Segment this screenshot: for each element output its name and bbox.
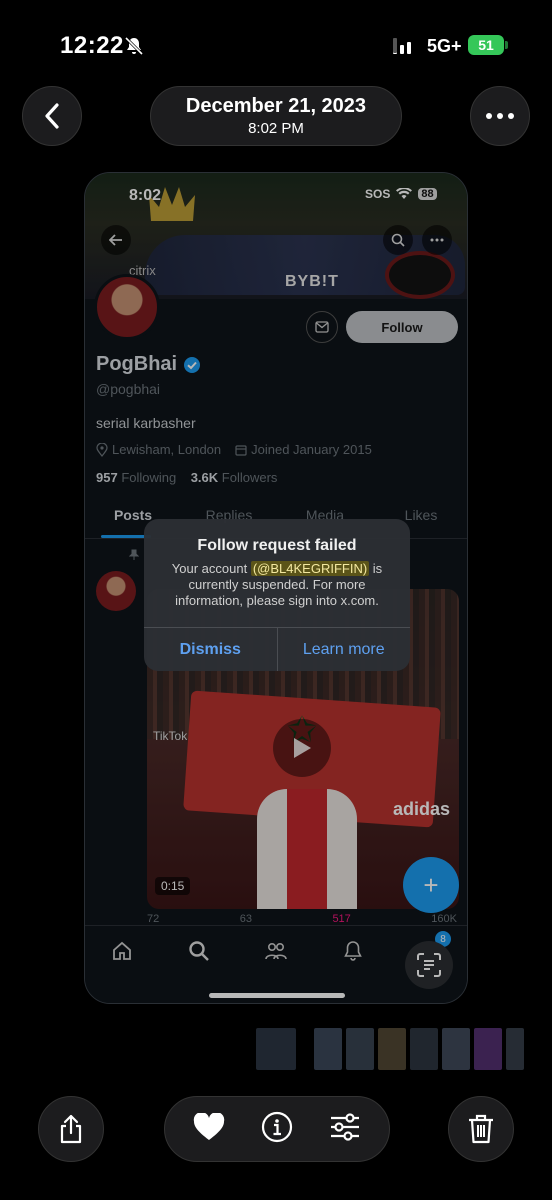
follow-failed-alert: Follow request failed Your account (@BL4… bbox=[144, 519, 410, 671]
thumbnail[interactable] bbox=[474, 1028, 502, 1070]
delete-button[interactable] bbox=[448, 1096, 514, 1162]
alert-buttons: Dismiss Learn more bbox=[144, 627, 410, 671]
status-bar: 12:22 5G+ 51 bbox=[0, 0, 552, 90]
thumbnail[interactable] bbox=[346, 1028, 374, 1070]
thumbnail-current[interactable] bbox=[256, 1028, 296, 1070]
battery-indicator: 51 bbox=[468, 35, 504, 55]
share-icon bbox=[60, 1114, 82, 1144]
photo-time: 8:02 PM bbox=[248, 120, 304, 137]
alert-message-pre: Your account bbox=[171, 561, 248, 576]
cellular-signal-icon bbox=[393, 38, 411, 54]
thumbnail[interactable] bbox=[442, 1028, 470, 1070]
alert-message: Your account (@BL4KEGRIFFIN) is currentl… bbox=[158, 561, 396, 609]
thumbnail[interactable] bbox=[410, 1028, 438, 1070]
battery-tip bbox=[505, 41, 508, 49]
status-time: 12:22 bbox=[60, 32, 124, 59]
date-header: December 21, 2023 8:02 PM bbox=[150, 86, 402, 146]
screenshot-image: citrix BYB!T 8:02 SOS 88 Follow PogBhai … bbox=[84, 172, 468, 1004]
thumbnail-strip bbox=[256, 1028, 524, 1070]
heart-icon bbox=[193, 1111, 225, 1140]
dismiss-button[interactable]: Dismiss bbox=[144, 628, 278, 671]
edit-button[interactable] bbox=[329, 1112, 361, 1146]
silent-bell-icon bbox=[124, 36, 144, 56]
share-button[interactable] bbox=[38, 1096, 104, 1162]
trash-icon bbox=[469, 1114, 493, 1144]
photo-date: December 21, 2023 bbox=[185, 95, 367, 117]
thumbnail[interactable] bbox=[378, 1028, 406, 1070]
favorite-button[interactable] bbox=[193, 1111, 225, 1146]
chevron-left-icon bbox=[45, 103, 59, 129]
alert-account: (@BL4KEGRIFFIN) bbox=[250, 561, 370, 576]
thumbnail[interactable] bbox=[506, 1028, 524, 1070]
more-options-button[interactable] bbox=[470, 86, 530, 146]
sliders-icon bbox=[331, 1112, 359, 1141]
network-type: 5G+ bbox=[427, 36, 462, 56]
thumbnail[interactable] bbox=[314, 1028, 342, 1070]
photo-actions-toolbar bbox=[164, 1096, 390, 1162]
back-button[interactable] bbox=[22, 86, 82, 146]
ellipsis-icon bbox=[486, 113, 514, 119]
info-icon bbox=[261, 1111, 293, 1142]
alert-title: Follow request failed bbox=[197, 537, 357, 554]
info-button[interactable] bbox=[261, 1111, 293, 1148]
learn-more-button[interactable]: Learn more bbox=[278, 628, 411, 671]
